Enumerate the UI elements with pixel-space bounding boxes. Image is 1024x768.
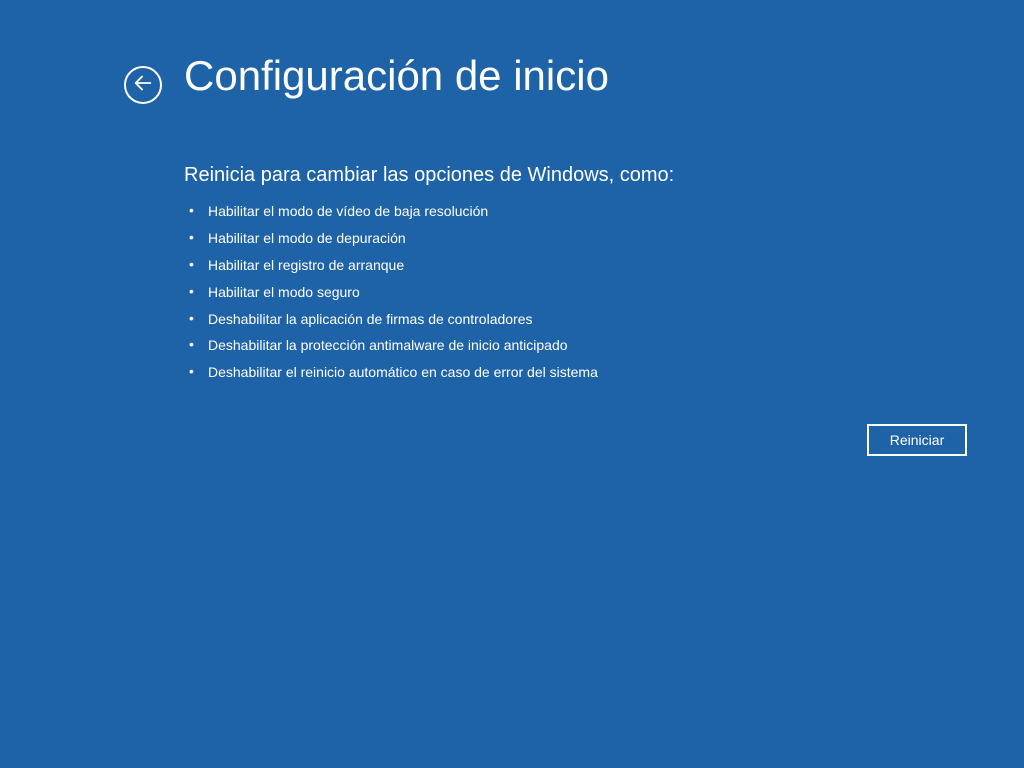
restart-button[interactable]: Reiniciar [867, 424, 967, 456]
list-item: Habilitar el modo de vídeo de baja resol… [184, 202, 598, 221]
list-item: Deshabilitar el reinicio automático en c… [184, 363, 598, 382]
list-item: Deshabilitar la protección antimalware d… [184, 336, 598, 355]
list-item: Habilitar el registro de arranque [184, 256, 598, 275]
back-button[interactable] [124, 66, 162, 104]
list-item: Deshabilitar la aplicación de firmas de … [184, 310, 598, 329]
page-title: Configuración de inicio [184, 52, 609, 100]
list-item: Habilitar el modo seguro [184, 283, 598, 302]
startup-options-list: Habilitar el modo de vídeo de baja resol… [184, 202, 598, 390]
list-item: Habilitar el modo de depuración [184, 229, 598, 248]
arrow-left-icon [132, 72, 154, 99]
subtitle-text: Reinicia para cambiar las opciones de Wi… [184, 164, 674, 187]
